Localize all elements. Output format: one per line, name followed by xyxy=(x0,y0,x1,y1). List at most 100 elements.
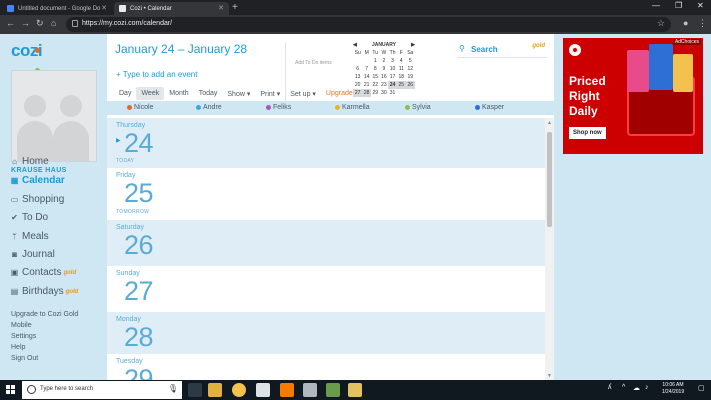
day-cell[interactable]: 5 xyxy=(406,57,415,65)
upgrade-link[interactable]: Upgrade xyxy=(321,87,358,100)
windows-start-icon[interactable] xyxy=(6,385,16,395)
link-help[interactable]: Help xyxy=(11,344,25,351)
onedrive-icon[interactable]: ☁ xyxy=(633,384,640,392)
person-karmella[interactable]: Karmella xyxy=(335,104,370,111)
nav-journal[interactable]: ◙ Journal xyxy=(10,249,55,260)
day-cell[interactable]: 1 xyxy=(371,57,380,65)
app-icon[interactable] xyxy=(326,383,340,397)
link-settings[interactable]: Settings xyxy=(11,333,36,340)
day-cell[interactable]: 14 xyxy=(362,73,371,81)
prev-month-icon[interactable]: ◀ xyxy=(353,42,357,48)
link-mobile[interactable]: Mobile xyxy=(11,322,32,329)
menu-kebab-icon[interactable]: ⋮ xyxy=(698,18,707,29)
mail-icon[interactable] xyxy=(256,383,270,397)
vertical-scrollbar[interactable]: ▲ ▼ xyxy=(545,118,554,380)
day-cell[interactable]: 8 xyxy=(371,65,380,73)
day-cell[interactable]: 15 xyxy=(371,73,380,81)
nav-todo[interactable]: ✔ To Do xyxy=(10,212,48,223)
day-cell[interactable]: 16 xyxy=(380,73,389,81)
day-cell[interactable] xyxy=(362,57,371,65)
day-row-tuesday[interactable]: Tuesday 29 xyxy=(107,354,547,380)
nav-calendar[interactable]: ▦ Calendar xyxy=(10,175,65,186)
person-kasper[interactable]: Kasper xyxy=(475,104,504,111)
show-dropdown[interactable]: Show ▾ xyxy=(222,87,255,101)
chrome-icon[interactable] xyxy=(232,383,246,397)
nav-shopping[interactable]: ▭ Shopping xyxy=(10,194,65,205)
day-cell[interactable]: 3 xyxy=(388,57,397,65)
nav-home[interactable]: ⌂ Home xyxy=(10,156,49,167)
view-week-button[interactable]: Week xyxy=(136,87,165,100)
scroll-down-icon[interactable]: ▼ xyxy=(547,373,552,379)
add-todo-placeholder[interactable]: Add To Do items xyxy=(295,60,332,66)
app-icon[interactable] xyxy=(348,383,362,397)
url-text[interactable]: https://my.cozi.com/calendar/ xyxy=(82,20,172,27)
day-cell[interactable] xyxy=(353,57,362,65)
person-sylvia[interactable]: Sylvia xyxy=(405,104,431,111)
person-feliks[interactable]: Feliks xyxy=(266,104,291,111)
close-icon[interactable]: ✕ xyxy=(218,4,224,12)
day-cell[interactable]: 12 xyxy=(406,65,415,73)
print-dropdown[interactable]: Print ▾ xyxy=(255,87,285,101)
nav-meals[interactable]: ᛘ Meals xyxy=(10,231,49,242)
adchoices-label[interactable]: AdChoices xyxy=(672,39,701,45)
taskbar-clock[interactable]: 10:06 AM 1/24/2019 xyxy=(655,382,691,396)
view-month-button[interactable]: Month xyxy=(164,87,193,100)
setup-dropdown[interactable]: Set up ▾ xyxy=(285,87,321,101)
nav-contacts[interactable]: ▣ Contacts gold xyxy=(10,267,76,278)
reload-icon[interactable]: ↻ xyxy=(36,18,44,29)
day-cell[interactable]: 17 xyxy=(388,73,397,81)
volume-icon[interactable]: ♪ xyxy=(645,384,649,391)
close-window-icon[interactable]: ✕ xyxy=(697,1,704,10)
notification-icon[interactable]: ▢ xyxy=(698,384,705,392)
day-cell[interactable]: 18 xyxy=(397,73,406,81)
person-andre[interactable]: Andre xyxy=(196,104,222,111)
bookmark-star-icon[interactable]: ☆ xyxy=(657,18,665,29)
day-cell[interactable]: 13 xyxy=(353,73,362,81)
day-cell[interactable]: 10 xyxy=(388,65,397,73)
close-icon[interactable]: ✕ xyxy=(101,4,107,12)
minimize-icon[interactable]: — xyxy=(652,1,660,10)
cozi-logo[interactable]: cozi xyxy=(11,41,43,93)
day-cell[interactable]: 19 xyxy=(406,73,415,81)
search-label[interactable]: Search xyxy=(471,45,498,54)
tab-cozi-calendar[interactable]: Cozi • Calendar ✕ xyxy=(114,2,229,15)
scroll-up-icon[interactable]: ▲ xyxy=(547,120,552,126)
profile-icon[interactable]: ● xyxy=(683,18,688,28)
next-month-icon[interactable]: ▶ xyxy=(411,42,415,48)
back-icon[interactable]: ← xyxy=(6,18,15,28)
nav-birthdays[interactable]: ▤ Birthdays gold xyxy=(10,286,79,297)
task-view-icon[interactable] xyxy=(188,383,202,397)
shop-now-button[interactable]: Shop now xyxy=(569,127,606,139)
target-ad[interactable]: AdChoices Priced Right Daily Shop now xyxy=(563,38,703,154)
day-row-monday[interactable]: Monday 28 xyxy=(107,312,547,354)
taskbar-search-box[interactable]: Type here to search 🎙 xyxy=(22,381,182,399)
forward-icon[interactable]: → xyxy=(21,18,30,28)
view-day-button[interactable]: Day xyxy=(114,87,136,100)
scroll-thumb[interactable] xyxy=(547,132,552,227)
day-cell[interactable]: 2 xyxy=(380,57,389,65)
day-cell[interactable]: 7 xyxy=(362,65,371,73)
today-button[interactable]: Today xyxy=(194,87,223,100)
family-photo-placeholder[interactable] xyxy=(11,70,97,162)
microphone-icon[interactable]: 🎙 xyxy=(168,384,178,393)
add-event-placeholder[interactable]: Type to add an event xyxy=(123,70,198,79)
day-row-saturday[interactable]: Saturday 26 xyxy=(107,220,547,266)
day-cell[interactable]: 6 xyxy=(353,65,362,73)
file-explorer-icon[interactable] xyxy=(208,383,222,397)
day-row-friday[interactable]: Friday 25 TOMORROW xyxy=(107,168,547,220)
new-tab-icon[interactable]: + xyxy=(232,2,238,13)
day-row-sunday[interactable]: Sunday 27 xyxy=(107,266,547,312)
maximize-icon[interactable]: ❐ xyxy=(675,1,682,10)
vlc-icon[interactable] xyxy=(280,383,294,397)
link-upgrade-gold[interactable]: Upgrade to Cozi Gold xyxy=(11,311,78,318)
link-sign-out[interactable]: Sign Out xyxy=(11,355,38,362)
home-icon[interactable]: ⌂ xyxy=(51,18,56,28)
tab-google-doc[interactable]: Untitled document - Google Do ✕ xyxy=(2,2,112,15)
people-tray-icon[interactable]: ʎ xyxy=(608,384,612,391)
tray-arrow-icon[interactable]: ^ xyxy=(622,384,625,391)
add-event-input[interactable]: + Type to add an event xyxy=(116,70,197,79)
day-cell[interactable]: 4 xyxy=(397,57,406,65)
day-row-thursday[interactable]: Thursday ▶ 24 TODAY xyxy=(107,118,547,168)
taskbar-search-placeholder[interactable]: Type here to search xyxy=(40,386,93,392)
day-cell[interactable]: 9 xyxy=(380,65,389,73)
